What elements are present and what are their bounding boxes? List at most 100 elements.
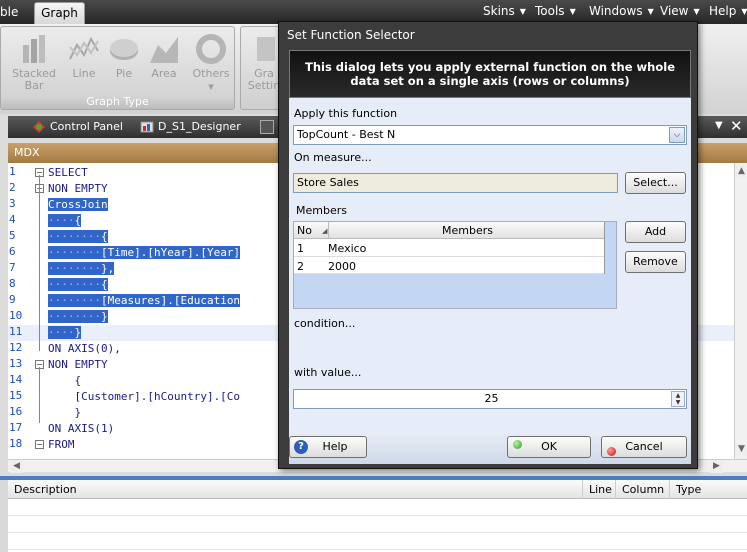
code-line: CrossJoin <box>48 198 108 211</box>
table-row[interactable]: 1 Mexico <box>294 239 605 257</box>
members-table: No ◢ Members 1 Mexico 2 2000 <box>293 221 617 309</box>
tab-graph[interactable]: Graph <box>34 2 85 24</box>
ribbon-group-graph-type: Stacked Bar Line Pie Area Others ▼ Graph … <box>0 26 235 110</box>
stacked-bar-icon <box>23 35 45 63</box>
chevron-down-icon: ▼ <box>693 7 700 16</box>
line-number: 2 <box>9 181 16 194</box>
area-chart-icon <box>150 37 178 63</box>
col-column[interactable]: Column <box>616 480 670 499</box>
ok-button[interactable]: OK <box>507 436 591 458</box>
line-number: 17 <box>9 421 23 434</box>
chevron-down-icon[interactable]: ⌵ <box>669 127 685 143</box>
col-line[interactable]: Line <box>583 480 616 499</box>
line-number: 13 <box>9 357 23 370</box>
members-label: Members <box>296 204 347 217</box>
pie-chart-icon <box>110 39 138 60</box>
function-select[interactable]: TopCount - Best N ⌵ <box>293 125 687 145</box>
menu-skins[interactable]: Skins ▼ <box>483 4 526 18</box>
code-line: ········}, <box>48 262 115 275</box>
dialog-banner: This dialog lets you apply external func… <box>289 50 691 98</box>
area-button[interactable]: Area <box>141 33 187 93</box>
line-number: 18 <box>9 437 23 450</box>
tab-designer[interactable]: D_S1_Designer <box>136 116 241 138</box>
line-number: 8 <box>9 277 16 290</box>
scroll-down-icon[interactable]: ▼ <box>735 443 747 456</box>
tab-control-panel[interactable]: Control Panel <box>28 116 123 138</box>
cancel-button[interactable]: Cancel <box>601 436 687 458</box>
chevron-down-icon: ▼ <box>647 7 654 16</box>
menu-help[interactable]: Help ▼ <box>709 4 747 18</box>
menu-windows[interactable]: Windows ▼ <box>589 4 654 18</box>
stacked-bar-button[interactable]: Stacked Bar <box>11 33 57 93</box>
chevron-down-icon: ▼ <box>741 7 747 16</box>
line-number: 9 <box>9 293 16 306</box>
dialog-body: Apply this function TopCount - Best N ⌵ … <box>289 98 691 430</box>
designer-icon <box>140 121 154 133</box>
close-icon[interactable]: ✕ <box>730 117 743 135</box>
ok-icon <box>513 440 522 449</box>
error-list: Description Line Column Type <box>8 480 747 552</box>
tab-overflow-icon[interactable] <box>260 120 274 134</box>
select-measure-button[interactable]: Select... <box>625 172 686 194</box>
code-line: SELECT <box>48 166 88 179</box>
settings-icon <box>257 37 275 61</box>
menu-view[interactable]: View ▼ <box>660 4 700 18</box>
col-description[interactable]: Description <box>8 480 583 499</box>
others-chart-icon <box>196 34 226 64</box>
scroll-up-icon[interactable]: ▲ <box>735 165 747 178</box>
others-button[interactable]: Others ▼ <box>188 33 234 93</box>
on-measure-label: On measure... <box>294 151 372 164</box>
chevron-down-icon: ▼ <box>519 7 526 16</box>
set-function-dialog: Set Function Selector This dialog lets y… <box>278 21 698 469</box>
remove-member-button[interactable]: Remove <box>625 251 686 273</box>
add-member-button[interactable]: Add <box>625 221 686 243</box>
code-line: ········} <box>48 310 108 323</box>
code-line: ········{ <box>48 230 108 243</box>
menu-tools[interactable]: Tools ▼ <box>535 4 576 18</box>
with-value-label: with value... <box>294 366 362 379</box>
line-number: 10 <box>9 309 23 322</box>
line-number: 12 <box>9 341 23 354</box>
apply-function-label: Apply this function <box>294 107 398 120</box>
scroll-left-icon[interactable]: ◀ <box>10 460 23 473</box>
table-row <box>8 499 747 516</box>
measure-field: Store Sales <box>293 173 618 193</box>
dialog-footer: ? Help OK Cancel <box>289 430 691 464</box>
col-members[interactable]: Members <box>442 224 493 237</box>
tab-list-arrow-icon[interactable]: ▼ <box>715 120 723 131</box>
tab-table[interactable]: ble <box>0 5 18 19</box>
code-line: ········[Measures].[Education <box>48 294 241 307</box>
code-line: ····{ <box>48 214 82 227</box>
code-line: NON EMPTY <box>48 358 108 371</box>
code-line: { <box>48 374 82 387</box>
chevron-down-icon: ▼ <box>569 7 576 16</box>
line-chart-icon <box>69 36 99 60</box>
vertical-scrollbar[interactable]: ▲ ▼ <box>734 163 747 459</box>
table-row <box>8 533 747 550</box>
line-number: 3 <box>9 197 16 210</box>
line-number: 1 <box>9 165 16 178</box>
value-stepper[interactable]: 25 ▲ ▼ <box>293 389 687 409</box>
code-line: ON AXIS(0), <box>48 342 121 355</box>
line-number: 15 <box>9 389 23 402</box>
code-line: ········[Time].[hYear].[Year] <box>48 246 241 259</box>
help-icon: ? <box>294 440 308 454</box>
help-button[interactable]: ? Help <box>289 436 367 458</box>
sort-icon: ◢ <box>322 227 328 235</box>
code-line: NON EMPTY <box>48 182 108 195</box>
col-no[interactable]: No <box>297 224 312 237</box>
code-line: ····} <box>48 326 82 339</box>
line-number: 11 <box>9 325 23 338</box>
scroll-right-icon[interactable]: ▶ <box>710 460 723 473</box>
stepper-arrows-icon[interactable]: ▲ ▼ <box>671 391 685 407</box>
line-number: 6 <box>9 245 16 258</box>
line-number: 16 <box>9 405 23 418</box>
code-line: FROM <box>48 438 75 451</box>
condition-label: condition... <box>294 317 356 330</box>
table-row[interactable]: 2 2000 <box>294 257 605 274</box>
members-table-header: No ◢ Members <box>294 222 605 239</box>
col-type[interactable]: Type <box>670 480 747 499</box>
fold-guide <box>39 175 40 351</box>
fold-toggle-icon[interactable]: − <box>35 440 44 449</box>
code-line: ········{ <box>48 278 108 291</box>
